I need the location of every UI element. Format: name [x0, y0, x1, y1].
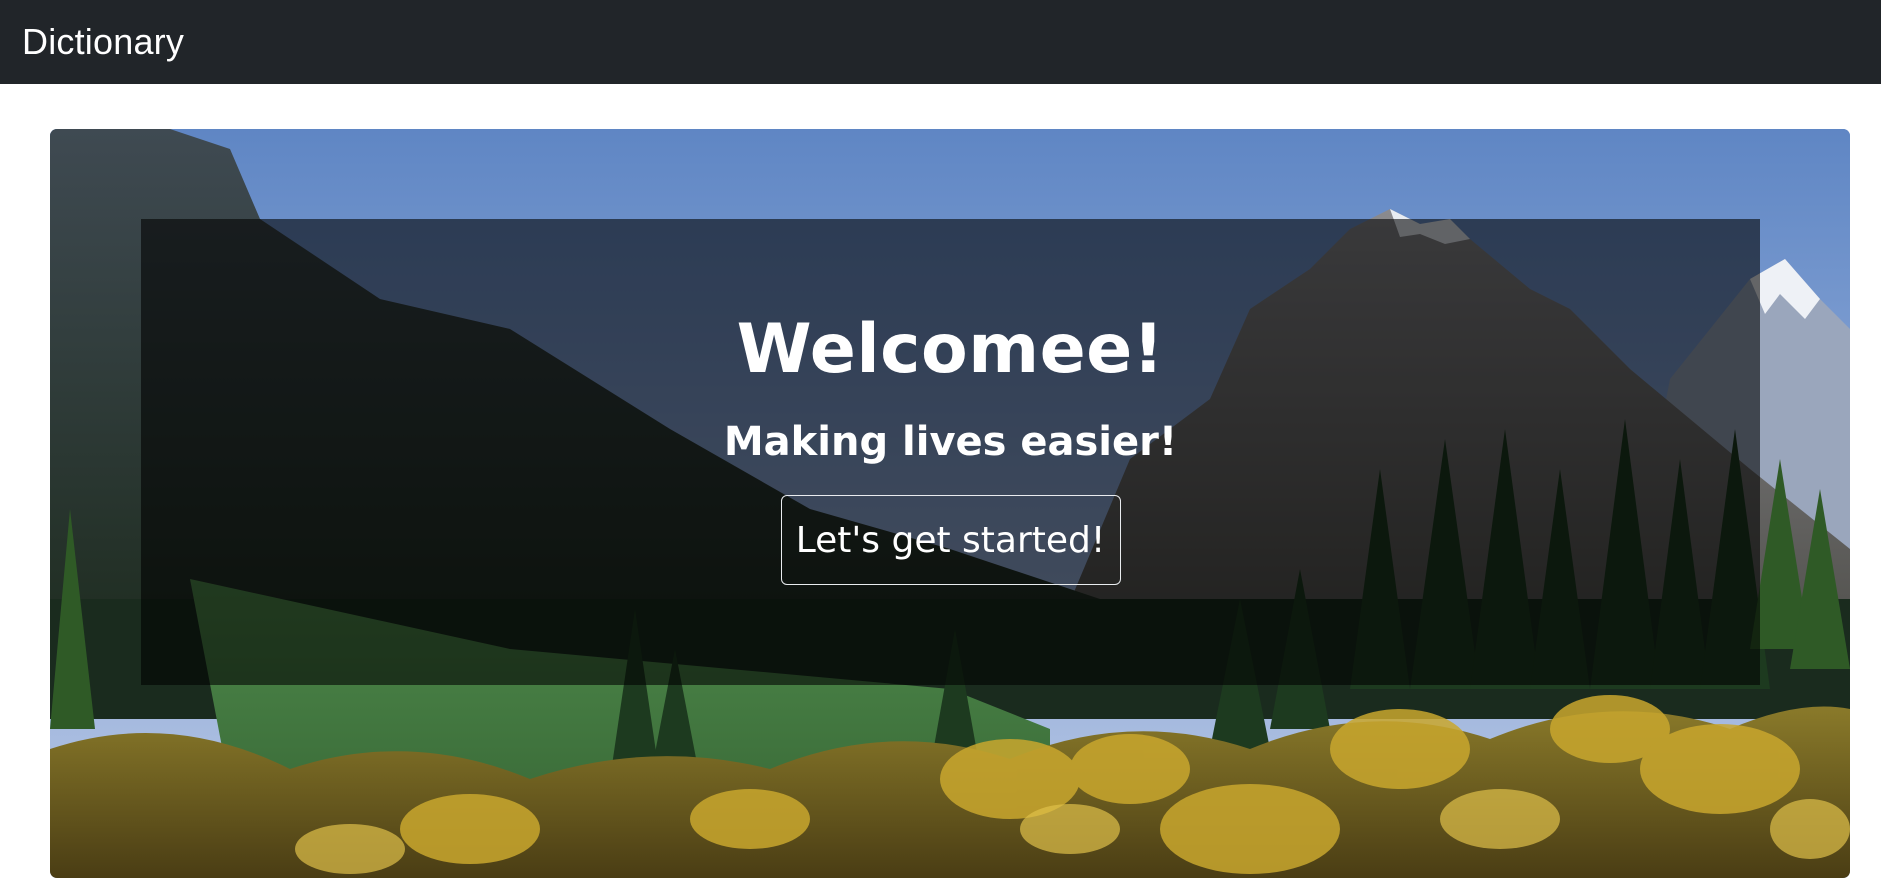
navbar-brand[interactable]: Dictionary — [22, 21, 184, 63]
get-started-button[interactable]: Let's get started! — [780, 495, 1121, 585]
navbar: Dictionary — [0, 0, 1881, 84]
hero-title: Welcomee! — [736, 310, 1165, 389]
hero-overlay: Welcomee! Making lives easier! Let's get… — [141, 219, 1760, 685]
hero-subtitle: Making lives easier! — [723, 419, 1178, 465]
hero-banner: Welcomee! Making lives easier! Let's get… — [50, 129, 1850, 878]
